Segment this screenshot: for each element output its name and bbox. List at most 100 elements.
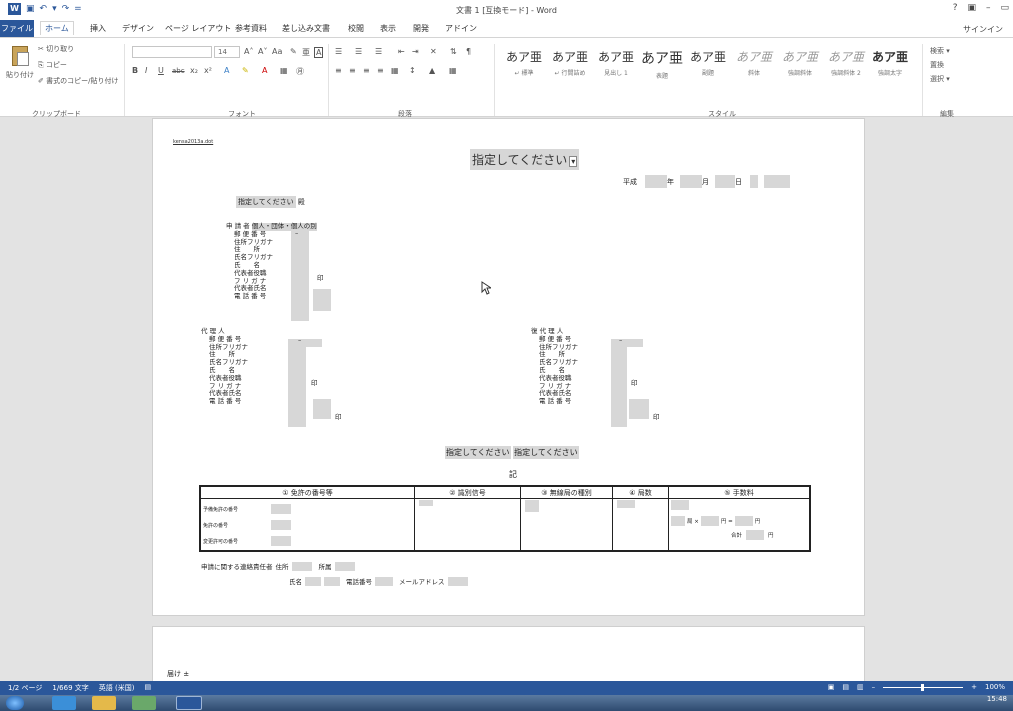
- word-count[interactable]: 1/669 文字: [52, 683, 88, 693]
- zoom-out-icon[interactable]: –: [872, 683, 876, 691]
- contact-phone-field[interactable]: [375, 576, 393, 586]
- callsign-field[interactable]: [419, 500, 433, 506]
- fee-station-field[interactable]: [671, 516, 685, 526]
- app-icon[interactable]: [132, 696, 156, 710]
- zoom-level[interactable]: 100%: [985, 683, 1005, 691]
- decrease-indent-icon[interactable]: ⇤: [398, 47, 405, 56]
- sort-icon[interactable]: ⇅: [450, 47, 457, 56]
- show-marks-icon[interactable]: ¶: [466, 47, 471, 56]
- document-canvas[interactable]: kensa2013a.dot 指定してください ▾ 平成 年 月 日 指定してくだ…: [0, 118, 1013, 686]
- agent-rep-name-field[interactable]: [313, 399, 331, 419]
- minimize-icon[interactable]: –: [986, 3, 991, 13]
- dropdown-arrow-icon[interactable]: ▾: [569, 156, 578, 167]
- help-icon[interactable]: ?: [953, 3, 958, 13]
- explorer-icon[interactable]: [92, 696, 116, 710]
- sub-agent-fields[interactable]: [611, 339, 627, 427]
- sub-agent-postal-field[interactable]: [627, 339, 643, 347]
- style-intense-emphasis-2[interactable]: あア亜 強調斜体 2: [822, 46, 870, 82]
- print-layout-icon[interactable]: ▤: [842, 683, 849, 691]
- style-intense-emphasis[interactable]: あア亜 強調斜体: [776, 46, 824, 82]
- contact-email-field[interactable]: [447, 576, 468, 586]
- contact-name-field-2[interactable]: [324, 576, 340, 586]
- year-field[interactable]: [645, 175, 667, 188]
- station-type-cell[interactable]: [520, 498, 613, 551]
- tab-page-layout[interactable]: ページ レイアウト: [165, 23, 231, 34]
- contact-address-field[interactable]: [291, 561, 312, 571]
- tab-insert[interactable]: 挿入: [90, 23, 106, 34]
- style-emphasis[interactable]: あア亜 斜体: [730, 46, 778, 82]
- word-taskbar-icon[interactable]: [176, 696, 202, 710]
- format-painter-button[interactable]: ✐ 書式のコピー/貼り付け: [38, 76, 118, 86]
- char-shading-icon[interactable]: ▦: [280, 66, 288, 75]
- paste-icon[interactable]: [12, 46, 29, 66]
- style-title[interactable]: あア亜 表題: [638, 46, 686, 82]
- enclose-char-icon[interactable]: ㊊: [296, 66, 304, 77]
- applicant-fields[interactable]: [291, 231, 309, 321]
- zoom-in-icon[interactable]: +: [971, 683, 977, 691]
- callsign-cell[interactable]: [414, 498, 521, 551]
- station-count-field[interactable]: [617, 500, 635, 508]
- increase-indent-icon[interactable]: ⇥: [412, 47, 419, 56]
- font-color-icon[interactable]: A: [262, 66, 267, 75]
- middle-field-1[interactable]: 指定してください: [445, 446, 511, 459]
- tab-file[interactable]: ファイル: [0, 20, 34, 37]
- system-clock[interactable]: 15:48: [987, 696, 1007, 703]
- contact-affiliation-field[interactable]: [334, 561, 355, 571]
- subscript-icon[interactable]: x₂: [190, 66, 198, 75]
- numbering-icon[interactable]: ☰: [355, 47, 362, 56]
- tab-home[interactable]: ホーム: [40, 21, 74, 35]
- sub-agent-rep-name-field[interactable]: [629, 399, 649, 419]
- multilevel-list-icon[interactable]: ☰: [375, 47, 382, 56]
- style-heading-1[interactable]: あア亜 見出し 1: [592, 46, 640, 82]
- title-content-control[interactable]: 指定してください ▾: [470, 149, 580, 170]
- ribbon-display-icon[interactable]: ▣: [967, 3, 976, 13]
- document-page-2[interactable]: 届け ±: [152, 626, 865, 686]
- contact-name-field[interactable]: [305, 576, 321, 586]
- addressee-field[interactable]: 指定してください: [236, 196, 296, 208]
- align-left-icon[interactable]: ≡: [335, 66, 342, 75]
- line-spacing-icon[interactable]: ↕: [409, 66, 416, 75]
- language-indicator[interactable]: 英語 (米国): [99, 683, 135, 693]
- read-mode-icon[interactable]: ▣: [828, 683, 835, 691]
- style-no-spacing[interactable]: あア亜 ↵ 行間詰め: [546, 46, 594, 82]
- cut-button[interactable]: ✂ 切り取り: [38, 44, 74, 54]
- tab-view[interactable]: 表示: [380, 23, 396, 34]
- date-extra-field[interactable]: [750, 175, 758, 188]
- macro-record-icon[interactable]: ▤: [144, 683, 151, 693]
- asian-layout-icon[interactable]: ✕: [430, 47, 437, 56]
- web-layout-icon[interactable]: ▥: [857, 683, 864, 691]
- page-count[interactable]: 1/2 ページ: [8, 683, 42, 693]
- applicant-name-kana-field[interactable]: [313, 289, 331, 311]
- ie-icon[interactable]: [52, 696, 76, 710]
- fee-amount-field[interactable]: [734, 516, 753, 526]
- justify-icon[interactable]: ≡: [377, 66, 384, 75]
- align-right-icon[interactable]: ≡: [363, 66, 370, 75]
- tab-mailings[interactable]: 差し込み文書: [282, 23, 330, 34]
- borders-icon[interactable]: ▦: [449, 66, 457, 75]
- style-subtitle[interactable]: あア亜 副題: [684, 46, 732, 82]
- highlight-icon[interactable]: ✎: [242, 66, 249, 75]
- tab-developer[interactable]: 開発: [413, 23, 429, 34]
- middle-field-2[interactable]: 指定してください: [513, 446, 579, 459]
- station-count-cell[interactable]: [612, 498, 669, 551]
- start-button-icon[interactable]: [6, 696, 24, 710]
- agent-postal-field[interactable]: [306, 339, 322, 347]
- fee-unit-field[interactable]: [700, 516, 719, 526]
- shading-icon[interactable]: ▲: [429, 66, 435, 75]
- copy-button[interactable]: ⎘ コピー: [38, 60, 67, 70]
- license-field[interactable]: [271, 520, 291, 530]
- license-field[interactable]: [271, 504, 291, 514]
- style-normal[interactable]: あア亜 ↵ 標準: [500, 46, 548, 82]
- style-strong[interactable]: あア亜 強調太字: [866, 46, 914, 82]
- fee-field[interactable]: [671, 500, 689, 510]
- station-type-field[interactable]: [525, 500, 539, 512]
- font-size-combo[interactable]: 14: [214, 46, 240, 58]
- license-field[interactable]: [271, 536, 291, 546]
- clear-format-icon[interactable]: ✎: [290, 47, 297, 56]
- select-button[interactable]: 選択 ▾: [930, 74, 950, 84]
- underline-icon[interactable]: U: [158, 66, 164, 75]
- day-field[interactable]: [715, 175, 735, 188]
- strikethrough-icon[interactable]: abc: [172, 67, 185, 75]
- replace-button[interactable]: 置換: [930, 60, 944, 70]
- distributed-icon[interactable]: ▦: [391, 66, 399, 75]
